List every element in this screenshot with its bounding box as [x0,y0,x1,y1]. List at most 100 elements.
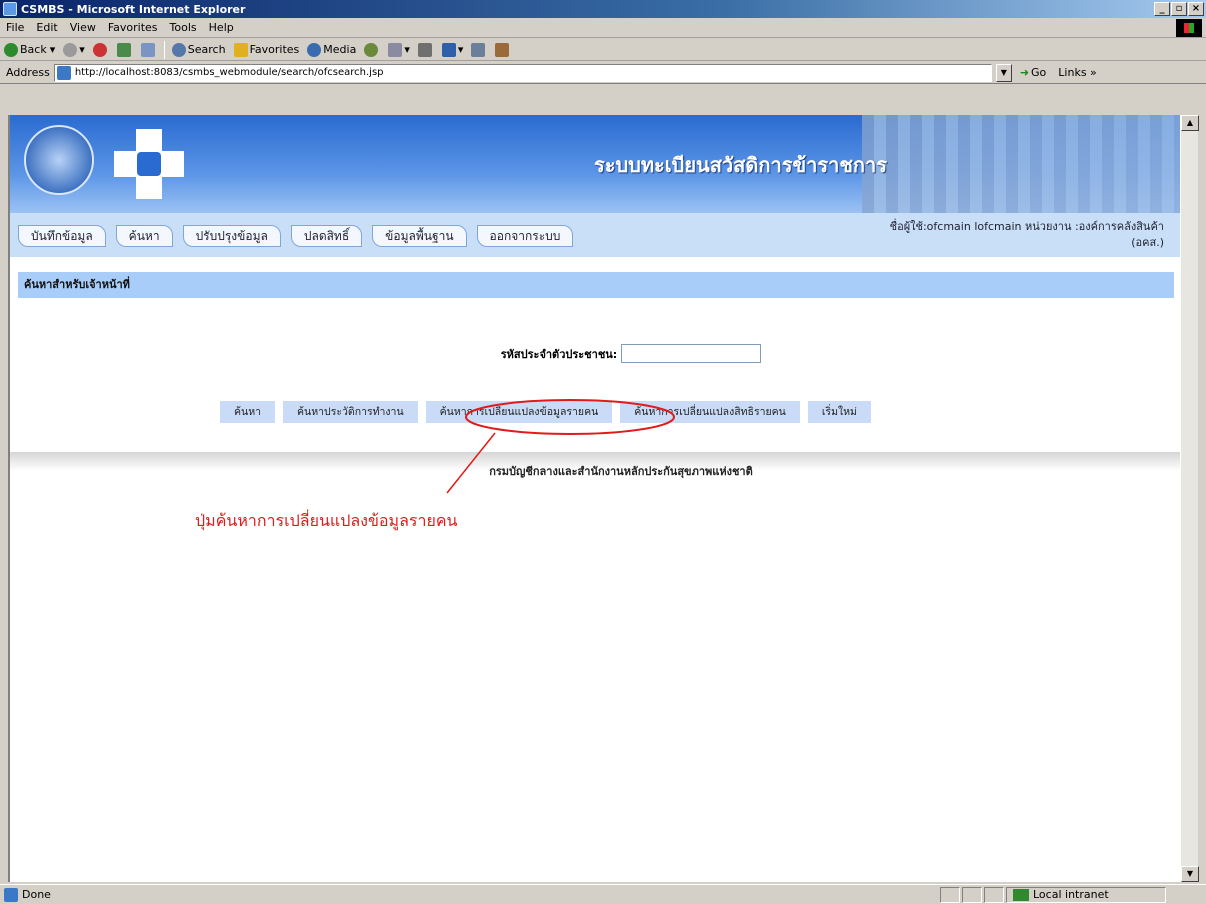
back-dropdown-icon[interactable]: ▾ [50,43,56,56]
status-bar: Done Local intranet [0,884,1206,904]
header-photo [862,115,1180,213]
minimize-button[interactable]: _ [1154,2,1170,16]
search-submit-button[interactable]: ค้นหา [220,401,276,423]
maximize-button[interactable]: ▫ [1171,2,1187,16]
home-button[interactable] [137,42,161,57]
vertical-scrollbar[interactable]: ▲ ▼ [1180,115,1199,882]
stop-icon [92,42,107,57]
search-person-data-changes-button[interactable]: ค้นหาการเปลี่ยนแปลงข้อมูลรายคน [425,401,613,423]
refresh-button[interactable] [113,42,137,57]
address-url[interactable]: http://localhost:8083/csmbs_webmodule/se… [75,67,384,78]
nav-tab-record-data[interactable]: บันทึกข้อมูล [18,225,106,247]
media-icon [307,42,322,57]
menu-edit[interactable]: Edit [30,21,63,34]
print-icon [417,42,432,57]
citizen-id-input[interactable] [621,344,762,363]
nav-bar: บันทึกข้อมูล ค้นหา ปรับปรุงข้อมูล ปลดสิท… [10,213,1180,257]
window-title-bar[interactable]: CSMBS - Microsoft Internet Explorer _ ▫ … [0,0,1206,18]
nav-tab-logout[interactable]: ออกจากระบบ [476,225,574,247]
back-button[interactable]: Back ▾ [0,42,59,57]
status-pane-1 [940,886,960,903]
page-viewport: ระบบทะเบียนสวัสดิการข้าราชการ บันทึกข้อม… [8,115,1180,882]
footer-text: กรมบัญชีกลางและสำนักงานหลักประกันสุขภาพแ… [489,465,753,478]
forward-dropdown-icon[interactable]: ▾ [79,43,85,56]
search-label: Search [187,43,226,56]
status-pane-3 [984,886,1004,903]
address-dropdown-icon[interactable]: ▼ [995,63,1012,82]
comptroller-general-seal-logo [24,125,94,195]
status-done: Done [0,887,940,902]
search-form-row: รหัสประจำตัวประชาชน: [10,344,1180,363]
search-work-history-button[interactable]: ค้นหาประวัติการทำงาน [283,401,418,423]
menu-tools[interactable]: Tools [164,21,203,34]
back-arrow-icon [4,42,18,57]
user-info-line2: (อคส.) [1131,236,1164,249]
nav-tab-basic-data[interactable]: ข้อมูลพื้นฐาน [372,225,467,247]
header-banner: ระบบทะเบียนสวัสดิการข้าราชการ [10,115,1180,213]
windows-logo-icon [1176,19,1202,37]
forward-arrow-icon [63,42,78,57]
toolbar-separator [163,40,165,59]
nav-tab-search[interactable]: ค้นหา [115,225,173,247]
status-pane-2 [962,886,982,903]
print-button[interactable] [414,42,438,57]
menu-favorites[interactable]: Favorites [102,21,164,34]
back-label: Back [20,43,47,56]
nav-tabs: บันทึกข้อมูล ค้นหา ปรับปรุงข้อมูล ปลดสิท… [18,225,574,247]
discuss-button[interactable] [467,42,491,57]
mail-icon [388,42,403,57]
media-label: Media [323,43,357,56]
favorites-icon [233,42,248,57]
annotation-label: ปุ่มค้นหาการเปลี่ยนแปลงข้อมูลรายคน [195,511,458,530]
page-done-icon [4,887,18,902]
address-input[interactable]: http://localhost:8083/csmbs_webmodule/se… [53,63,992,82]
go-button[interactable]: ➜ Go [1020,66,1046,79]
user-info: ชื่อผู้ใช้:ofcmain lofcmain หน่วยงาน :อง… [824,219,1164,251]
action-buttons: ค้นหา ค้นหาประวัติการทำงาน ค้นหาการเปลี่… [220,401,871,423]
discuss-icon [471,42,486,57]
ie-app-icon [3,2,17,16]
go-label: Go [1031,66,1047,79]
address-label: Address [6,66,50,79]
security-zone: Local intranet [1006,886,1166,903]
media-button[interactable]: Media [303,42,360,57]
history-button[interactable] [360,42,384,57]
forward-button[interactable]: ▾ [59,42,89,57]
system-title: ระบบทะเบียนสวัสดิการข้าราชการ [594,153,887,177]
mail-button[interactable]: ▾ [384,42,414,57]
edit-dropdown-icon[interactable]: ▾ [458,43,464,56]
scroll-up-icon[interactable]: ▲ [1181,115,1199,131]
nav-tab-update-data[interactable]: ปรับปรุงข้อมูล [182,225,281,247]
menu-help[interactable]: Help [203,21,240,34]
menu-bar: File Edit View Favorites Tools Help [0,18,1206,38]
window-controls: _ ▫ × [1154,2,1204,16]
section-header: ค้นหาสำหรับเจ้าหน้าที่ [18,272,1174,298]
links-button[interactable]: Links » [1058,66,1096,79]
word-edit-icon [441,42,456,57]
favorites-label: Favorites [249,43,300,56]
favorites-button[interactable]: Favorites [230,42,304,57]
browser-toolbar: Back ▾ ▾ Search Favorites Media ▾ ▾ [0,39,1206,61]
citizen-id-label: รหัสประจำตัวประชาชน: [500,347,618,361]
search-button[interactable]: Search [168,42,230,57]
page-icon [56,65,71,80]
mail-dropdown-icon[interactable]: ▾ [404,43,410,56]
scroll-down-icon[interactable]: ▼ [1181,866,1199,882]
refresh-icon [116,42,131,57]
health-cross-logo [114,129,184,199]
menu-view[interactable]: View [64,21,102,34]
intranet-icon [1013,888,1029,901]
nav-tab-revoke-rights[interactable]: ปลดสิทธิ์ [290,225,363,247]
zone-label: Local intranet [1033,888,1109,901]
edit-button[interactable]: ▾ [438,42,468,57]
reset-button[interactable]: เริ่มใหม่ [807,401,871,423]
window-title: CSMBS - Microsoft Internet Explorer [21,2,246,16]
menu-file[interactable]: File [0,21,30,34]
stop-button[interactable] [89,42,113,57]
research-button[interactable] [491,42,515,57]
search-person-rights-changes-button[interactable]: ค้นหาการเปลี่ยนแปลงสิทธิรายคน [620,401,800,423]
status-text: Done [22,888,51,901]
home-icon [140,42,155,57]
user-info-line1: ชื่อผู้ใช้:ofcmain lofcmain หน่วยงาน :อง… [889,220,1164,233]
close-button[interactable]: × [1188,2,1204,16]
